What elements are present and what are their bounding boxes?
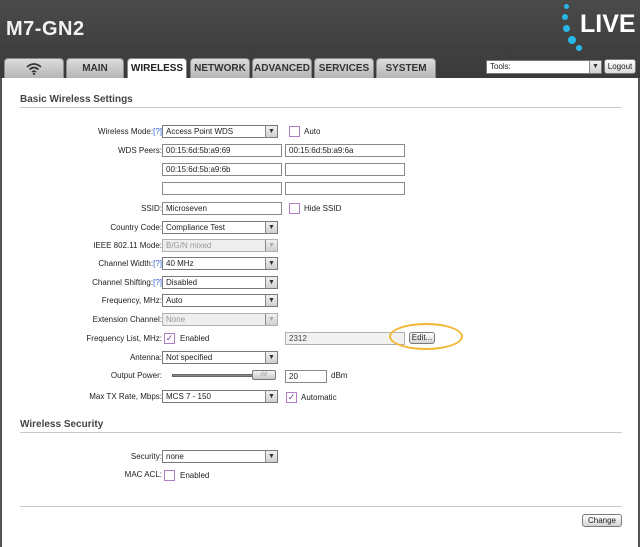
security-select[interactable]: none ▼ bbox=[162, 450, 278, 463]
mac-acl-label: MAC ACL: bbox=[124, 470, 162, 479]
tab-network[interactable]: NETWORK bbox=[190, 58, 250, 79]
wds-peer-1-input[interactable]: 00:15:6d:5b:a9:69 bbox=[162, 144, 282, 157]
wireless-mode-label: Wireless Mode:[?] bbox=[97, 127, 162, 136]
output-power-label: Output Power: bbox=[110, 371, 162, 380]
frequency-label: Frequency, MHz: bbox=[101, 296, 162, 305]
frequency-select[interactable]: Auto ▼ bbox=[162, 294, 278, 307]
chevron-down-icon: ▼ bbox=[265, 391, 277, 402]
tab-wireless[interactable]: WIRELESS bbox=[127, 58, 187, 80]
output-power-slider-thumb[interactable]: //// bbox=[252, 370, 276, 380]
channel-shifting-select[interactable]: Disabled ▼ bbox=[162, 276, 278, 289]
logo-dot-icon bbox=[576, 45, 582, 51]
mac-acl-enabled-label: Enabled bbox=[180, 471, 210, 480]
frequency-list-label: Frequency List, MHz: bbox=[86, 334, 162, 343]
chevron-down-icon: ▼ bbox=[265, 258, 277, 269]
channel-shifting-label: Channel Shifting:[?] bbox=[92, 278, 162, 287]
max-tx-rate-select[interactable]: MCS 7 - 150 ▼ bbox=[162, 390, 278, 403]
antenna-value: Not specified bbox=[166, 353, 213, 362]
wireless-security-title: Wireless Security bbox=[20, 419, 104, 430]
wireless-mode-value: Access Point WDS bbox=[166, 127, 234, 136]
chevron-down-icon: ▼ bbox=[589, 61, 601, 73]
highlight-circle bbox=[389, 323, 463, 350]
automatic-checkbox[interactable]: ✓ bbox=[286, 392, 297, 403]
wds-peer-2-input[interactable]: 00:15:6d:5b:a9:6a bbox=[285, 144, 405, 157]
chevron-down-icon: ▼ bbox=[265, 314, 277, 325]
tools-select[interactable]: Tools: ▼ bbox=[486, 60, 602, 74]
wds-peer-6-input[interactable] bbox=[285, 182, 405, 195]
ieee-mode-select: B/G/N mixed ▼ bbox=[162, 239, 278, 252]
change-button[interactable]: Change bbox=[582, 514, 622, 527]
frequency-list-enabled-label: Enabled bbox=[180, 334, 210, 343]
wds-peer-4-input[interactable] bbox=[285, 163, 405, 176]
divider bbox=[20, 107, 622, 108]
channel-width-select[interactable]: 40 MHz ▼ bbox=[162, 257, 278, 270]
output-power-input[interactable]: 20 bbox=[285, 370, 327, 383]
security-value: none bbox=[166, 452, 184, 461]
tab-advanced[interactable]: ADVANCED bbox=[252, 58, 312, 79]
country-code-value: Compliance Test bbox=[166, 223, 225, 232]
wds-peer-3-input[interactable]: 00:15:6d:5b:a9:6b bbox=[162, 163, 282, 176]
output-power-unit: dBm bbox=[331, 371, 348, 380]
hide-ssid-checkbox[interactable] bbox=[289, 203, 300, 214]
channel-shifting-value: Disabled bbox=[166, 278, 198, 287]
channel-width-label: Channel Width:[?] bbox=[98, 259, 162, 268]
hide-ssid-label: Hide SSID bbox=[304, 204, 342, 213]
logo-dot-icon bbox=[562, 14, 568, 20]
tab-system[interactable]: SYSTEM bbox=[376, 58, 436, 79]
frequency-list-input[interactable]: 2312 bbox=[285, 332, 405, 345]
chevron-down-icon: ▼ bbox=[265, 295, 277, 306]
chevron-down-icon: ▼ bbox=[265, 126, 277, 137]
extension-channel-select: None ▼ bbox=[162, 313, 278, 326]
divider bbox=[20, 506, 622, 507]
wds-peers-label: WDS Peers: bbox=[117, 146, 162, 155]
chevron-down-icon: ▼ bbox=[265, 222, 277, 233]
channel-shifting-help-link[interactable]: [?] bbox=[153, 278, 162, 287]
antenna-select[interactable]: Not specified ▼ bbox=[162, 351, 278, 364]
logo-text: LIVE bbox=[580, 10, 636, 38]
max-tx-rate-label: Max TX Rate, Mbps: bbox=[89, 392, 162, 401]
chevron-down-icon: ▼ bbox=[265, 240, 277, 251]
security-label: Security: bbox=[130, 452, 162, 461]
main-tabs: MAIN WIRELESS NETWORK ADVANCED SERVICES … bbox=[0, 58, 480, 80]
logo-dot-icon bbox=[564, 4, 569, 9]
country-code-label: Country Code: bbox=[110, 223, 162, 232]
tab-main[interactable]: MAIN bbox=[66, 58, 124, 79]
max-tx-rate-value: MCS 7 - 150 bbox=[166, 392, 211, 401]
country-code-select[interactable]: Compliance Test ▼ bbox=[162, 221, 278, 234]
live-logo: LIVE bbox=[560, 0, 638, 60]
basic-settings-title: Basic Wireless Settings bbox=[20, 94, 133, 105]
content-panel: Basic Wireless Settings Wireless Mode:[?… bbox=[0, 78, 640, 547]
logout-button[interactable]: Logout bbox=[604, 59, 636, 74]
channel-width-help-link[interactable]: [?] bbox=[153, 259, 162, 268]
wds-peer-5-input[interactable] bbox=[162, 182, 282, 195]
mac-acl-enabled-checkbox[interactable] bbox=[164, 470, 175, 481]
wireless-mode-select[interactable]: Access Point WDS ▼ bbox=[162, 125, 278, 138]
wireless-mode-help-link[interactable]: [?] bbox=[153, 127, 162, 136]
extension-channel-label: Extension Channel: bbox=[92, 315, 162, 324]
chevron-down-icon: ▼ bbox=[265, 352, 277, 363]
divider bbox=[20, 432, 622, 433]
channel-width-value: 40 MHz bbox=[166, 259, 194, 268]
frequency-value: Auto bbox=[166, 296, 183, 305]
tab-services[interactable]: SERVICES bbox=[314, 58, 374, 79]
chevron-down-icon: ▼ bbox=[265, 451, 277, 462]
automatic-label: Automatic bbox=[301, 393, 337, 402]
extension-channel-value: None bbox=[166, 315, 186, 324]
ieee-mode-value: B/G/N mixed bbox=[166, 241, 212, 250]
logo-dot-icon bbox=[568, 36, 576, 44]
auto-checkbox[interactable] bbox=[289, 126, 300, 137]
ssid-input[interactable]: Microseven bbox=[162, 202, 282, 215]
frequency-list-enabled-checkbox[interactable]: ✓ bbox=[164, 333, 175, 344]
logo-dot-icon bbox=[563, 25, 570, 32]
tab-wifi[interactable] bbox=[4, 58, 64, 79]
tools-select-value: Tools: bbox=[490, 62, 511, 71]
device-model: M7-GN2 bbox=[6, 18, 85, 40]
chevron-down-icon: ▼ bbox=[265, 277, 277, 288]
auto-label: Auto bbox=[304, 127, 321, 136]
wifi-icon bbox=[26, 63, 42, 76]
ssid-label: SSID: bbox=[141, 204, 162, 213]
ieee-mode-label: IEEE 802.11 Mode: bbox=[93, 241, 162, 250]
antenna-label: Antenna: bbox=[129, 353, 162, 362]
